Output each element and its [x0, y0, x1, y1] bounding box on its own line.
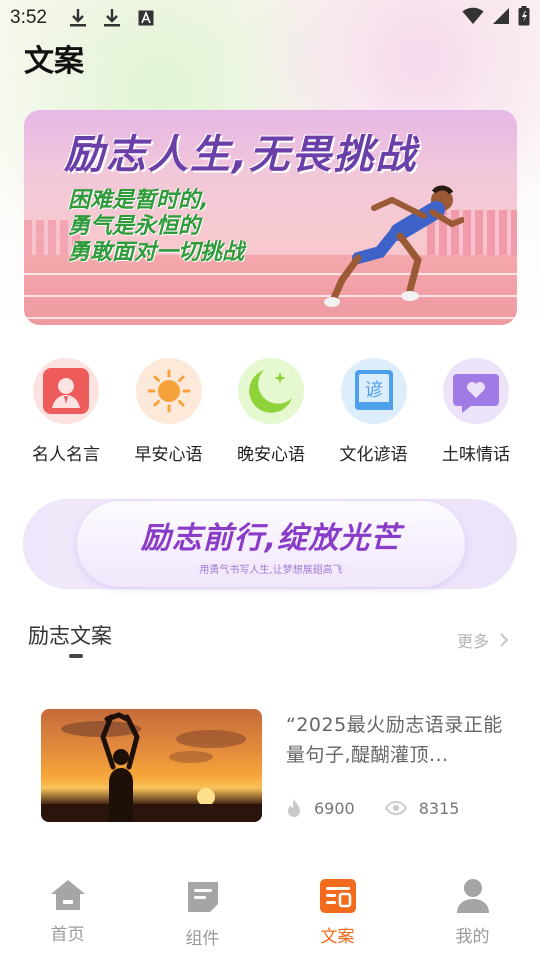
banner-subtitle-line: 困难是暂时的, — [68, 188, 209, 213]
category-label: 早安心语 — [134, 445, 203, 465]
view-count: 8315 — [418, 798, 460, 818]
font-icon — [135, 7, 157, 29]
download-icon — [101, 7, 123, 29]
heart-chat-icon — [453, 374, 499, 413]
nav-item-home[interactable]: 首页 — [18, 868, 118, 960]
banner-subtitle: 困难是暂时的, 勇气是永恒的 勇敢面对一切挑战 — [68, 188, 244, 266]
category-grid: 名人名言 早安心语 晚安心语 谚 文化谚语 土味情话 — [16, 358, 526, 468]
battery-icon — [518, 5, 530, 31]
widget-icon — [187, 882, 218, 912]
sunset-silhouette-image — [41, 712, 262, 822]
article-stats: 6900 8315 — [286, 798, 489, 818]
nav-item-widgets[interactable]: 组件 — [153, 868, 253, 960]
banner-title: 励志人生,无畏挑战 — [64, 132, 418, 178]
article-title: “2025最火励志语录正能量句子,醍醐灌顶... — [286, 714, 503, 766]
promo-banner[interactable]: 励志前行,绽放光芒 用勇气书写人生,让梦想展翅高飞 — [23, 499, 517, 589]
nav-label: 我的 — [455, 927, 490, 947]
nav-label: 文案 — [320, 927, 355, 947]
category-icon-bg — [33, 358, 99, 424]
article-thumbnail — [41, 709, 262, 822]
category-item-proverbs[interactable]: 谚 文化谚语 — [324, 358, 424, 468]
banner-subtitle-line: 勇敢面对一切挑战 — [68, 240, 245, 265]
category-icon-bg — [443, 358, 509, 424]
wifi-icon — [462, 7, 484, 30]
category-item-famous-quotes[interactable]: 名人名言 — [16, 358, 116, 468]
nav-item-copywriting[interactable]: 文案 — [288, 868, 388, 960]
person-icon — [43, 368, 89, 414]
more-label: 更多 — [457, 632, 490, 651]
flame-icon — [288, 799, 300, 817]
promo-title: 励志前行,绽放光芒 — [140, 520, 402, 556]
category-icon-bg: 谚 — [340, 358, 407, 424]
category-item-night[interactable]: 晚安心语 — [221, 358, 321, 468]
bottom-navigation: 首页 组件 文案 我的 — [0, 868, 540, 960]
download-icon — [67, 7, 89, 29]
promo-subtitle: 用勇气书写人生,让梦想展翅高飞 — [199, 564, 343, 576]
category-icon-bg — [135, 358, 202, 424]
copywriting-icon — [319, 879, 356, 913]
hero-banner[interactable]: 励志人生,无畏挑战 困难是暂时的, 勇气是永恒的 勇敢面对一切挑战 — [24, 110, 517, 325]
category-label: 文化谚语 — [339, 445, 408, 465]
book-icon: 谚 — [354, 370, 393, 410]
home-icon — [50, 880, 85, 910]
category-item-love-words[interactable]: 土味情话 — [426, 358, 526, 468]
article-card[interactable]: “2025最火励志语录正能量句子,醍醐灌顶... 6900 8315 — [41, 708, 511, 824]
nav-item-profile[interactable]: 我的 — [423, 868, 523, 960]
chevron-right-icon — [500, 633, 509, 647]
like-stat: 6900 — [286, 798, 355, 818]
category-label: 土味情话 — [442, 445, 510, 465]
sun-icon — [147, 369, 190, 413]
nav-label: 组件 — [185, 929, 220, 949]
eye-icon — [384, 801, 407, 815]
status-time: 3:52 — [10, 7, 47, 28]
banner-subtitle-line: 勇气是永恒的 — [68, 214, 201, 239]
moon-icon — [249, 370, 292, 413]
signal-icon — [492, 7, 510, 30]
page-title: 文案 — [24, 44, 84, 79]
section-title-indicator — [69, 654, 83, 658]
more-link[interactable]: 更多 — [457, 628, 509, 652]
section-title: 励志文案 — [28, 624, 112, 648]
view-stat: 8315 — [384, 798, 460, 818]
category-icon-bg — [238, 358, 304, 424]
status-bar: 3:52 — [0, 0, 540, 36]
nav-label: 首页 — [50, 925, 85, 945]
promo-card: 励志前行,绽放光芒 用勇气书写人生,让梦想展翅高飞 — [77, 501, 465, 587]
category-label: 晚安心语 — [237, 445, 305, 465]
runner-illustration — [324, 185, 464, 307]
like-count: 6900 — [314, 798, 355, 818]
profile-icon — [456, 879, 489, 913]
svg-text:谚: 谚 — [365, 380, 383, 401]
category-item-morning[interactable]: 早安心语 — [119, 358, 219, 468]
category-label: 名人名言 — [32, 445, 100, 465]
